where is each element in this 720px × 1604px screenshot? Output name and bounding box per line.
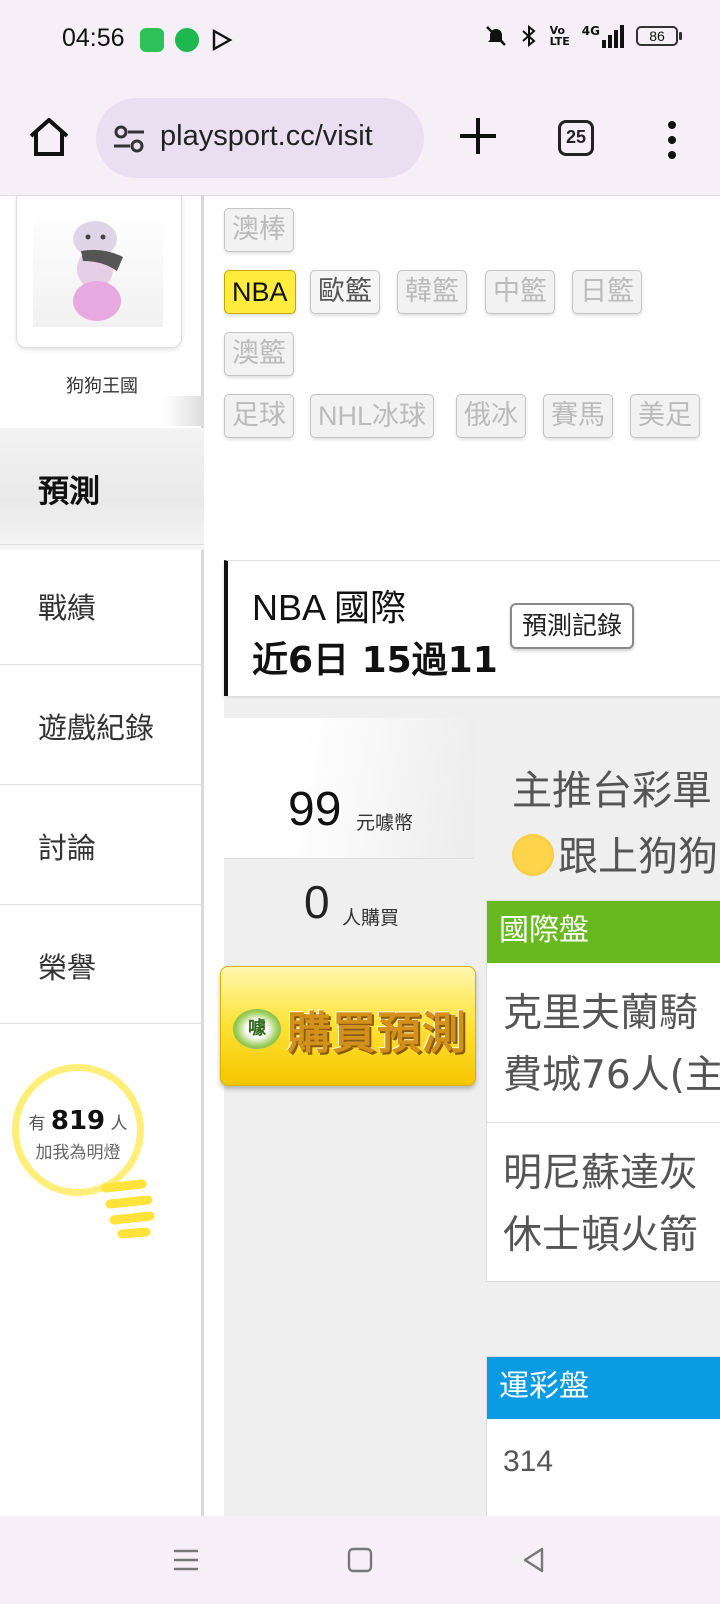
game-code[interactable]: 314 <box>487 1419 720 1479</box>
league-tag[interactable]: NHL冰球 <box>310 394 435 438</box>
prediction-area: 澳棒 NBA 歐籃 韓籃 中籃 日籃 澳籃 足球 NHL冰球 俄冰 賽馬 美足 … <box>220 196 720 1516</box>
tab-switcher-button[interactable]: 25 <box>558 120 594 156</box>
sidebar-item-label: 預測 <box>38 474 100 510</box>
signal-icon: 4G <box>582 24 624 48</box>
prediction-card: NBA 國際 近6日 15過11 預測記錄 <box>224 560 720 696</box>
play-store-icon <box>212 28 233 52</box>
profile-sidebar: 狗狗王國 預測 戰績 遊戲紀錄 討論 榮譽 有 819 人 加我為明燈 <box>0 196 204 1516</box>
coin-icon: 噱 <box>233 1009 281 1049</box>
user-name: 狗狗王國 <box>66 376 138 397</box>
battery-icon: 86 <box>636 26 682 46</box>
volte-icon: Vo LTE <box>549 24 570 48</box>
sidebar-item-label: 討論 <box>38 831 97 865</box>
url-text[interactable]: playsport.cc/visit <box>160 120 373 153</box>
price-box: 99 元噱幣 <box>224 718 474 858</box>
buyers-count: 0 <box>304 876 330 928</box>
game-team-1: 克里夫蘭騎 <box>503 991 699 1036</box>
wechat-icon <box>140 28 164 52</box>
sidebar-item-label: 榮譽 <box>38 951 97 985</box>
game-team-2: 休士頓火箭 <box>503 1213 699 1258</box>
league-tag[interactable]: 俄冰 <box>456 394 526 438</box>
battery-level: 86 <box>636 26 678 46</box>
league-tag[interactable]: 美足 <box>630 394 700 438</box>
status-bar: 04:56 Vo LTE 4G 86 <box>0 0 720 84</box>
bear-figurine-icon <box>73 221 123 321</box>
buy-prediction-button[interactable]: 噱 購買預測 <box>220 966 476 1086</box>
recent-apps-icon[interactable] <box>172 1546 200 1574</box>
card-league: NBA 國際 <box>252 587 407 628</box>
fans-count: 819 <box>50 1106 106 1136</box>
sidebar-item-record[interactable]: 戰績 <box>0 544 204 664</box>
buyers-box: 0 人購買 <box>224 858 474 954</box>
home-nav-icon[interactable] <box>346 1546 374 1574</box>
home-icon[interactable] <box>26 114 72 160</box>
league-tag[interactable]: 日籃 <box>572 270 642 314</box>
avatar-image <box>33 207 163 327</box>
sidebar-item-predict[interactable]: 預測 <box>0 428 204 550</box>
sidebar-item-game-history[interactable]: 遊戲紀錄 <box>0 664 204 784</box>
game-team-2: 費城76人(主 <box>503 1053 720 1098</box>
bluetooth-icon <box>521 24 536 48</box>
prediction-record-button[interactable]: 預測記錄 <box>510 603 635 649</box>
sidebar-item-label: 遊戲紀錄 <box>38 711 155 745</box>
address-bar[interactable]: playsport.cc/visit <box>96 98 424 178</box>
game-row[interactable]: 克里夫蘭騎 費城76人(主 <box>487 963 720 1123</box>
buyers-unit: 人購買 <box>342 907 400 929</box>
party-face-icon <box>512 834 554 876</box>
browser-toolbar: playsport.cc/visit 25 <box>0 84 720 196</box>
market-title: 國際盤 <box>487 901 720 963</box>
league-tag[interactable]: 賽馬 <box>543 394 613 438</box>
more-menu-icon[interactable] <box>662 120 682 160</box>
fans-suffix: 人 <box>110 1114 128 1134</box>
league-tag[interactable]: 歐籃 <box>310 270 380 314</box>
league-tag[interactable]: 中籃 <box>485 270 555 314</box>
league-tag-active[interactable]: NBA <box>224 270 296 314</box>
new-tab-icon[interactable] <box>454 112 502 160</box>
price-value: 99 <box>288 783 342 836</box>
league-tag[interactable]: 澳籃 <box>224 332 294 376</box>
sidebar-item-honors[interactable]: 榮譽 <box>0 904 204 1024</box>
page-content: 狗狗王國 預測 戰績 遊戲紀錄 討論 榮譽 有 819 人 加我為明燈 澳棒 N… <box>0 196 720 1516</box>
purchase-panel: 99 元噱幣 0 人購買 噱 購買預測 主推台彩單 跟上狗狗 國際盤 克里夫蘭騎… <box>220 700 720 1516</box>
buy-button-label: 購買預測 <box>287 1008 467 1059</box>
fans-prefix: 有 <box>28 1114 46 1134</box>
league-tag[interactable]: 韓籃 <box>397 270 467 314</box>
card-record: 近6日 15過11 <box>252 640 498 681</box>
sports-lottery-market: 運彩盤 314 <box>486 1356 720 1516</box>
sidebar-item-discussion[interactable]: 討論 <box>0 784 204 904</box>
lightbulb-icon <box>101 1179 155 1239</box>
upload-icon <box>175 28 199 52</box>
site-settings-icon[interactable] <box>112 122 146 156</box>
league-tag[interactable]: 澳棒 <box>224 208 294 252</box>
status-time: 04:56 <box>62 24 125 52</box>
fans-caption: 加我為明燈 <box>35 1143 121 1163</box>
system-nav-bar <box>0 1516 720 1604</box>
promo-line-1: 主推台彩單 <box>512 768 712 814</box>
sidebar-item-label: 戰績 <box>38 591 97 625</box>
market-title: 運彩盤 <box>487 1357 720 1419</box>
international-market: 國際盤 克里夫蘭騎 費城76人(主 明尼蘇達灰 休士頓火箭 <box>486 900 720 1282</box>
follow-lamp-button[interactable]: 有 819 人 加我為明燈 <box>12 1064 162 1244</box>
promo-line-2: 跟上狗狗 <box>558 834 718 880</box>
game-team-1: 明尼蘇達灰 <box>503 1151 699 1196</box>
back-icon[interactable] <box>520 1546 548 1574</box>
game-row[interactable]: 明尼蘇達灰 休士頓火箭 <box>487 1123 720 1281</box>
price-unit: 元噱幣 <box>356 812 414 834</box>
league-tag[interactable]: 足球 <box>224 394 294 438</box>
mute-icon <box>485 26 506 46</box>
avatar[interactable] <box>16 196 182 348</box>
